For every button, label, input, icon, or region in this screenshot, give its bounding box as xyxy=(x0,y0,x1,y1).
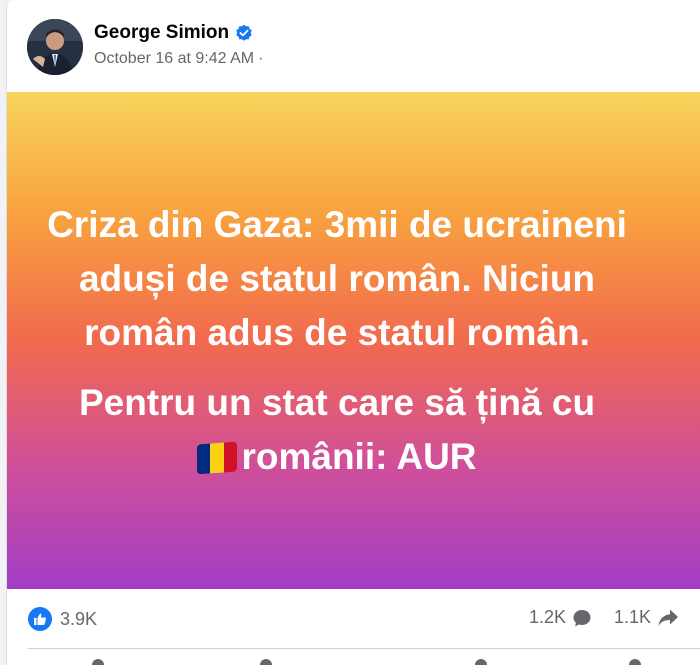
post-timestamp[interactable]: October 16 at 9:42 AM xyxy=(94,50,254,68)
like-icon xyxy=(28,607,52,631)
verified-badge-icon xyxy=(236,24,252,41)
post-meta: October 16 at 9:42 AM · xyxy=(94,50,263,68)
post-text-secondary-line: Pentru un stat care să țină cu xyxy=(78,381,596,423)
like-action-icon[interactable] xyxy=(92,659,104,665)
comments-summary[interactable]: 1.2K xyxy=(529,607,592,628)
post-text-main: Criza din Gaza: 3mii de ucraineni aduși … xyxy=(47,203,627,353)
reactions-summary[interactable]: 3.9K xyxy=(28,607,97,631)
avatar-photo xyxy=(27,19,83,75)
action-bar xyxy=(7,659,700,665)
reactions-count[interactable]: 3.9K xyxy=(60,609,97,630)
post-text-secondary: Pentru un stat care să țină cu românii: … xyxy=(37,376,637,484)
comments-count: 1.2K xyxy=(528,607,566,627)
post-image[interactable]: Criza din Gaza: 3mii de ucraineni aduși … xyxy=(7,92,700,589)
engagement-counts: 1.2K 1.1K xyxy=(529,607,679,628)
shares-summary[interactable]: 1.1K xyxy=(614,607,679,628)
avatar[interactable] xyxy=(27,19,83,75)
shares-count: 1.1K xyxy=(613,607,651,627)
post-header: George Simion October 16 at 9:42 AM · xyxy=(7,0,700,92)
post-text-flag-line: românii: AUR xyxy=(241,435,477,477)
comment-action-icon[interactable] xyxy=(260,659,272,665)
send-action-icon[interactable] xyxy=(475,659,487,665)
footer-divider xyxy=(28,648,700,649)
comment-icon xyxy=(573,609,591,626)
romania-flag-icon xyxy=(197,441,238,474)
author-name[interactable]: George Simion xyxy=(94,22,229,44)
meta-separator: · xyxy=(258,50,264,67)
post-footer: 3.9K 1.2K 1.1K xyxy=(7,589,700,665)
post-card: George Simion October 16 at 9:42 AM · Cr… xyxy=(6,0,700,665)
author-line: George Simion xyxy=(94,22,253,44)
share-icon xyxy=(658,609,678,626)
share-action-icon[interactable] xyxy=(629,659,641,665)
